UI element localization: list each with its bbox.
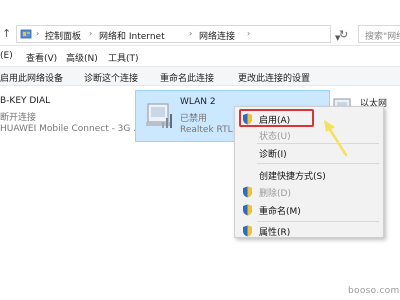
enable-device-button[interactable]: 启用此网络设备	[0, 71, 63, 84]
shield-icon	[243, 225, 252, 237]
menu-label-create-shortcut: 创建快捷方式(S)	[259, 172, 326, 182]
menu-separator	[257, 163, 379, 164]
breadcrumb-network-internet[interactable]: 网络和 Internet	[99, 29, 165, 42]
up-arrow-icon[interactable]: ↑	[2, 27, 14, 41]
menu-item-diagnose[interactable]: 诊断(I)	[235, 145, 385, 161]
menu-label-properties: 属性(R)	[259, 228, 291, 238]
address-bar: ↑ › 控制面板 › 网络和 Internet › 网络连接 › ▼ ↻ 搜索"…	[0, 22, 400, 46]
menu-item-properties[interactable]: 属性(R)	[235, 223, 385, 239]
shield-icon	[243, 204, 252, 216]
menu-item-create-shortcut[interactable]: 创建快捷方式(S)	[235, 167, 385, 183]
shield-icon	[243, 186, 252, 198]
breadcrumb-separator: ›	[189, 29, 193, 38]
connection-name: B-KEY DIAL	[0, 96, 51, 106]
connection-device: HUAWEI Mobile Connect - 3G ...	[0, 124, 142, 134]
menu-bar: (E) 查看(V) 高级(N) 工具(T)	[0, 48, 400, 66]
breadcrumb-separator: ›	[89, 29, 93, 38]
address-box[interactable]: › 控制面板 › 网络和 Internet › 网络连接 › ▼	[16, 25, 340, 43]
command-bar: 启用此网络设备 诊断这个连接 重命名此连接 更改此连接的设置	[0, 66, 400, 86]
highlight-box	[239, 109, 314, 127]
search-input[interactable]: 搜索"网络	[358, 25, 400, 43]
breadcrumb-control-panel[interactable]: 控制面板	[45, 29, 81, 42]
menu-edit[interactable]: (E)	[0, 51, 13, 61]
watermark: booso.com	[348, 286, 400, 296]
wireless-adapter-icon	[146, 103, 172, 128]
annotation-arrow-icon	[324, 120, 348, 157]
breadcrumb-separator: ›	[247, 29, 251, 38]
breadcrumb-network-connections[interactable]: 网络连接	[199, 29, 235, 42]
menu-item-rename[interactable]: 重命名(M)	[235, 202, 385, 218]
menu-advanced[interactable]: 高级(N)	[66, 51, 98, 64]
connection-device: Realtek RTL	[180, 125, 233, 135]
context-menu: 启用(A) 状态(U) 诊断(I) 创建快捷方式(S) 删除(D) 重命名(M)…	[234, 106, 384, 238]
control-panel-icon	[20, 29, 32, 39]
menu-item-delete[interactable]: 删除(D)	[235, 184, 385, 200]
diagnose-connection-button[interactable]: 诊断这个连接	[84, 71, 138, 84]
breadcrumb-separator: ›	[36, 29, 40, 38]
connection-status: 已禁用	[180, 114, 208, 124]
change-settings-button[interactable]: 更改此连接的设置	[238, 71, 310, 84]
menu-label-status: 状态(U)	[259, 132, 291, 142]
refresh-icon[interactable]: ↻	[339, 28, 348, 41]
rename-connection-button[interactable]: 重命名此连接	[160, 71, 214, 84]
connection-name: WLAN 2	[180, 97, 216, 107]
menu-separator	[257, 221, 379, 222]
menu-item-status[interactable]: 状态(U)	[235, 127, 385, 143]
menu-label-rename: 重命名(M)	[259, 207, 301, 217]
menu-separator	[257, 143, 379, 144]
menu-tools[interactable]: 工具(T)	[108, 51, 139, 64]
connection-status: 断开连接	[0, 113, 37, 123]
menu-view[interactable]: 查看(V)	[26, 51, 57, 64]
menu-label-diagnose: 诊断(I)	[259, 150, 287, 160]
menu-label-delete: 删除(D)	[259, 189, 291, 199]
search-placeholder: 搜索"网络	[365, 32, 400, 42]
